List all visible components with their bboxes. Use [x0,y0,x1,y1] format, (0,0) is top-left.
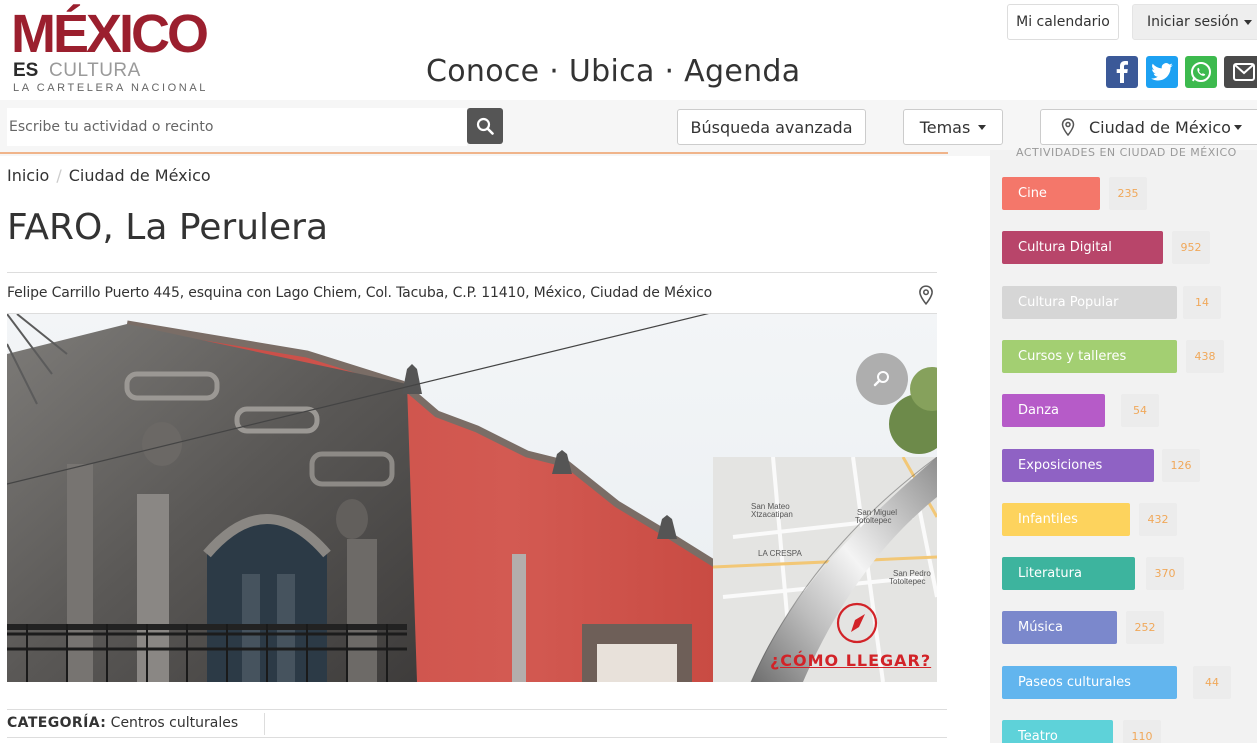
mail-icon[interactable] [1224,56,1257,88]
venue-category: CATEGORÍA: Centros culturales [7,715,238,731]
sidebar-category-infantiles[interactable]: Infantiles [1002,502,1130,536]
category-count-badge: 44 [1193,665,1231,699]
sidebar-category-danza[interactable]: Danza [1002,394,1105,428]
zoom-button[interactable] [856,353,908,405]
divider [7,709,947,710]
category-count-badge: 252 [1126,611,1164,645]
category-count-badge: 110 [1123,720,1161,743]
my-calendar-label: Mi calendario [1016,14,1110,30]
location-pin-icon[interactable] [918,285,934,310]
category-count-badge: 370 [1146,557,1184,591]
login-label: Iniciar sesión [1147,14,1239,30]
venue-address: Felipe Carrillo Puerto 445, esquina con … [7,285,713,301]
sidebar-category-cine[interactable]: Cine [1002,177,1100,210]
chevron-down-icon [978,124,987,130]
whatsapp-icon[interactable] [1185,56,1217,88]
header-divider [0,152,948,154]
sidebar-category-teatro[interactable]: Teatro [1002,720,1113,743]
category-count-badge: 952 [1172,231,1210,265]
category-value[interactable]: Centros culturales [111,715,238,731]
directions-link[interactable]: ¿CÓMO LLEGAR? [770,651,931,670]
map-label: Totoltepec [855,516,892,525]
city-label: Ciudad de México [1089,117,1231,137]
sidebar-category-paseos-culturales[interactable]: Paseos culturales [1002,665,1177,699]
sidebar-category-literatura[interactable]: Literatura [1002,557,1135,591]
temas-dropdown[interactable]: Temas [903,109,1003,145]
chevron-down-icon [1233,124,1242,130]
sidebar-category-cultura-digital[interactable]: Cultura Digital [1002,231,1163,265]
category-count-badge: 54 [1121,394,1159,428]
map-label: Totoltepec [889,577,926,586]
category-count-badge: 126 [1162,448,1200,482]
sidebar-category-exposiciones[interactable]: Exposiciones [1002,448,1154,482]
temas-label: Temas [919,117,971,137]
category-label: CATEGORÍA: [7,715,107,731]
breadcrumb-separator: / [56,166,62,185]
chevron-down-icon [1243,19,1252,25]
breadcrumb-current: Ciudad de México [68,166,211,185]
login-dropdown-button[interactable]: Iniciar sesión [1132,4,1257,40]
advanced-search-label: Búsqueda avanzada [690,117,853,137]
activities-sidebar: ACTIVIDADES EN CIUDAD DE MÉXICO Cine 235 C… [990,146,1257,743]
page-title: FARO, La Perulera [7,207,329,248]
facebook-icon[interactable] [1106,56,1138,88]
sidebar-category-cursos-y-talleres[interactable]: Cursos y talleres [1002,339,1177,373]
logo-subtitle: LA CARTELERA NACIONAL [13,82,209,94]
city-selector[interactable]: Ciudad de México [1040,109,1257,145]
divider [7,272,937,273]
magnifier-icon [873,371,889,387]
twitter-icon[interactable] [1146,56,1178,88]
map-label: Xtzacatipan [751,510,793,519]
divider [7,737,947,738]
breadcrumb: Inicio / Ciudad de México [7,166,211,185]
map-corner-link[interactable]: San Mateo Xtzacatipan San Miguel Totolte… [713,457,937,682]
category-count-badge: 235 [1109,177,1147,210]
location-pin-icon [1061,118,1075,136]
advanced-search-button[interactable]: Búsqueda avanzada [677,109,866,145]
breadcrumb-home[interactable]: Inicio [7,166,49,185]
category-count-badge: 438 [1186,339,1224,373]
search-icon [476,117,494,135]
venue-photo[interactable]: San Mateo Xtzacatipan San Miguel Totolte… [7,314,937,682]
sidebar-category-música[interactable]: Música [1002,611,1117,645]
map-label: LA CRESPA [758,549,802,558]
site-tagline: Conoce · Ubica · Agenda [426,54,801,89]
search-button[interactable] [467,108,503,144]
site-logo[interactable]: MÉXICO ES CULTURA LA CARTELERA NACIONAL [11,6,226,98]
logo-es-text: ES [13,60,39,81]
my-calendar-button[interactable]: Mi calendario [1007,4,1119,40]
logo-cultura-text: CULTURA [49,60,141,81]
divider [264,713,265,735]
logo-main-text: MÉXICO [11,4,209,64]
search-input[interactable] [7,108,467,146]
sidebar-category-cultura-popular[interactable]: Cultura Popular [1002,285,1177,319]
category-count-badge: 432 [1139,502,1177,536]
category-count-badge: 14 [1183,285,1221,319]
sidebar-title: ACTIVIDADES EN CIUDAD DE MÉXICO [1016,146,1237,159]
